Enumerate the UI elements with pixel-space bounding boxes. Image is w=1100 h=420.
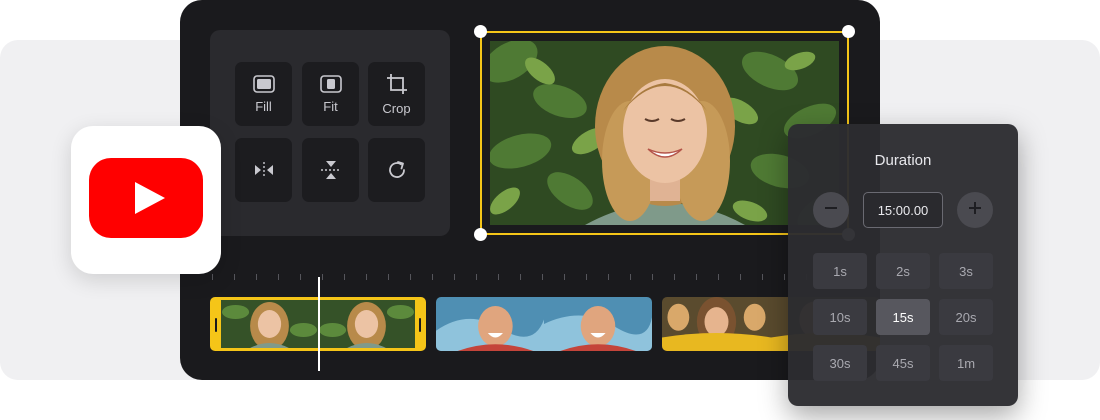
ruler-tick [564,274,565,280]
increase-duration-button[interactable] [957,192,993,228]
ruler-tick [366,274,367,280]
duration-preset-10s[interactable]: 10s [813,299,867,335]
playhead[interactable] [318,277,320,371]
duration-input[interactable] [863,192,943,228]
duration-preset-45s[interactable]: 45s [876,345,930,381]
ruler-tick [630,274,631,280]
clip-thumbnail [318,300,415,348]
crop-label: Crop [382,100,411,116]
flip-horizontal-button[interactable] [235,138,292,202]
ruler-tick [234,274,235,280]
duration-title: Duration [874,152,932,169]
flip-horizontal-icon [253,161,275,179]
ruler-tick [740,274,741,280]
ruler-tick [410,274,411,280]
tool-panel: Fill Fit Crop [210,30,450,236]
ruler-tick [762,274,763,280]
fit-icon [319,74,342,93]
clip-thumbnail [221,300,318,348]
ruler-tick [674,274,675,280]
ruler-tick [498,274,499,280]
fill-label: Fill [255,98,272,114]
ruler-tick [256,274,257,280]
resize-handle-top-left[interactable] [474,25,487,38]
clip-thumbnail [544,297,652,351]
timeline-ruler [210,268,850,288]
video-editor: Fill Fit Crop [180,0,880,380]
ruler-tick [322,274,323,280]
decrease-duration-button[interactable] [813,192,849,228]
ruler-tick [300,274,301,280]
duration-preset-30s[interactable]: 30s [813,345,867,381]
ruler-tick [278,274,279,280]
clip-trim-handle-left[interactable] [215,318,217,332]
duration-preset-15s[interactable]: 15s [876,299,930,335]
ruler-tick [542,274,543,280]
ruler-tick [344,274,345,280]
crop-button[interactable]: Crop [368,62,425,126]
crop-icon [386,73,408,95]
duration-preset-2s[interactable]: 2s [876,253,930,289]
ruler-tick [784,274,785,280]
fit-label: Fit [323,98,338,114]
duration-preset-20s[interactable]: 20s [939,299,993,335]
fit-button[interactable]: Fit [302,62,359,126]
duration-preset-1m[interactable]: 1m [939,345,993,381]
resize-handle-top-right[interactable] [842,25,855,38]
ruler-tick [652,274,653,280]
flip-vertical-icon [320,159,342,181]
resize-handle-bottom-left[interactable] [474,228,487,241]
ruler-tick [696,274,697,280]
youtube-tile [71,126,221,274]
ruler-tick [388,274,389,280]
minus-icon [824,201,838,220]
ruler-tick [608,274,609,280]
ruler-tick [212,274,213,280]
ruler-tick [718,274,719,280]
fill-button[interactable]: Fill [235,62,292,126]
video-preview [490,41,839,225]
ruler-tick [586,274,587,280]
youtube-logo [89,157,203,243]
ruler-tick [454,274,455,280]
plus-icon [968,201,982,220]
timeline-track[interactable] [210,297,880,351]
duration-preset-3s[interactable]: 3s [939,253,993,289]
timeline-clip[interactable] [436,297,652,351]
flip-vertical-button[interactable] [302,138,359,202]
ruler-tick [476,274,477,280]
ruler-tick [432,274,433,280]
rotate-icon [386,159,408,181]
clip-thumbnail [662,297,771,351]
clip-thumbnail [436,297,544,351]
clip-trim-handle-right[interactable] [419,318,421,332]
rotate-button[interactable] [368,138,425,202]
ruler-tick [520,274,521,280]
duration-panel: Duration 1s2s3s 10s15s20s 30s45s1m [788,124,1018,406]
fill-icon [252,74,275,93]
duration-preset-1s[interactable]: 1s [813,253,867,289]
